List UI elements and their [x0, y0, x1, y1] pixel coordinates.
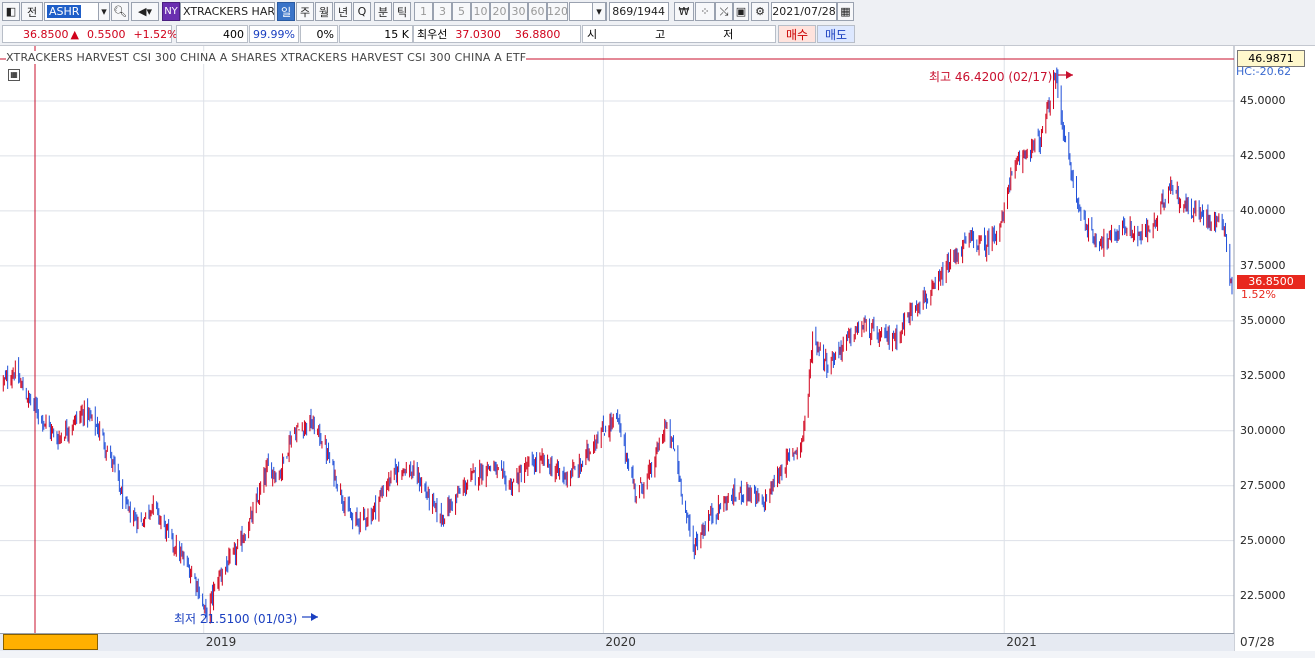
y-tick-label: 35.0000 [1240, 313, 1286, 327]
bid-label: 최우선 [417, 28, 448, 41]
price-cell: 36.8500 ▲ 0.5500 +1.52% [2, 25, 178, 43]
y-tick-label: 40.0000 [1240, 203, 1286, 217]
count-field[interactable]: 869/1944 [609, 2, 669, 21]
ticker-value: ASHR [47, 5, 82, 18]
high-annotation: 최고 46.4200 (02/17) [929, 70, 1053, 84]
up-triangle-icon: ▲ [70, 27, 79, 41]
hc-label: HC:-20.62 [1236, 65, 1292, 78]
interval-10-button[interactable]: 10 [471, 2, 490, 21]
security-name-field: XTRACKERS HARVE [180, 2, 275, 21]
ohl-cell: 시 고 저 [582, 25, 776, 43]
currency-icon[interactable]: ₩ [674, 2, 694, 21]
interval-3-button[interactable]: 3 [433, 2, 452, 21]
ticker-dropdown-icon[interactable]: ▾ [98, 2, 110, 21]
last-price: 36.8500 [23, 27, 69, 41]
y-tick-label: 27.5000 [1240, 478, 1286, 492]
low-label: 저 [723, 28, 734, 41]
y-tick-label: 22.5000 [1240, 588, 1286, 602]
y-tick-label: 25.0000 [1240, 533, 1286, 547]
interval-20-button[interactable]: 20 [490, 2, 509, 21]
x-tick-label: 2020 [605, 635, 636, 649]
x-tick-label: 2021 [1006, 635, 1037, 649]
count-value: 869 [612, 5, 634, 18]
current-percent: 1.52% [1241, 288, 1276, 301]
period-week-button[interactable]: 주 [296, 2, 314, 21]
y-tick-label: 42.5000 [1240, 148, 1286, 162]
ratio2-cell: 0% [300, 25, 338, 43]
plot-background [0, 46, 1234, 633]
speaker-icon[interactable]: ◀▾ [131, 2, 159, 21]
interval-120-button[interactable]: 120 [547, 2, 568, 21]
search-icon[interactable]: 🔍︎ [111, 2, 129, 21]
open-label: 시 [587, 28, 598, 41]
interval-dropdown-icon[interactable]: ▾ [592, 2, 606, 21]
crosshair-icon[interactable]: ⤯ [715, 2, 733, 21]
interval-30-button[interactable]: 30 [509, 2, 528, 21]
count-total: /1944 [633, 5, 665, 18]
low-annotation: 최저 21.5100 (01/03) [174, 612, 298, 626]
chart-title: XTRACKERS HARVEST CSI 300 CHINA A SHARES… [6, 51, 527, 64]
interval-5-button[interactable]: 5 [452, 2, 471, 21]
y-tick-label: 30.0000 [1240, 423, 1286, 437]
y-tick-label: 45.0000 [1240, 93, 1286, 107]
volume-cell: 400 [176, 25, 248, 43]
ratio-cell: 99.99% [249, 25, 299, 43]
period-minute-button[interactable]: 분 [374, 2, 392, 21]
buy-button[interactable]: 매수 [778, 25, 816, 43]
y-tick-label: 32.5000 [1240, 368, 1286, 382]
ratio-value: 99.99% [253, 27, 295, 41]
last-date-label: 07/28 [1240, 635, 1275, 649]
ticker-input[interactable]: ASHR [44, 2, 104, 21]
y-tick-label: 37.5000 [1240, 258, 1286, 272]
mode-button[interactable]: 전 [21, 2, 43, 21]
period-month-button[interactable]: 월 [315, 2, 333, 21]
high-label: 고 [655, 28, 666, 41]
dots-icon[interactable]: ⁘ [695, 2, 715, 21]
save-icon[interactable]: ▣ [733, 2, 749, 21]
period-quarter-button[interactable]: Q [353, 2, 371, 21]
exchange-badge: NY [162, 2, 180, 21]
chart-settings-icon[interactable]: ▦ [8, 69, 20, 81]
current-price-box: 36.8500 [1237, 275, 1305, 289]
toolbar: ◧ 전 ASHR ▾ 🔍︎ ◀▾ NY XTRACKERS HARVE 일 주 … [0, 0, 1315, 25]
ask-value: 36.8800 [514, 27, 561, 41]
period-day-button[interactable]: 일 [277, 2, 295, 21]
period-tick-button[interactable]: 틱 [393, 2, 411, 21]
gear-icon[interactable]: ⚙ [751, 2, 769, 21]
period-year-button[interactable]: 년 [334, 2, 352, 21]
change-percent: +1.52% [133, 27, 178, 41]
quote-bar: 36.8500 ▲ 0.5500 +1.52% 400 99.99% 0% 15… [0, 24, 1315, 46]
date-field[interactable]: 2021/07/28 [771, 2, 837, 21]
price-chart[interactable] [0, 46, 1315, 658]
scroll-thumb[interactable] [3, 634, 98, 650]
bid-ask-cell: 최우선 37.0300 36.8800 [413, 25, 581, 43]
x-tick-label: 2019 [205, 635, 237, 649]
interval-60-button[interactable]: 60 [528, 2, 547, 21]
change-value: 0.5500 [86, 27, 126, 41]
bottom-strip [0, 651, 1315, 658]
amount-cell: 15 K [339, 25, 413, 43]
bid-value: 37.0300 [455, 27, 501, 41]
interval-1-button[interactable]: 1 [414, 2, 433, 21]
calendar-icon[interactable]: ▦ [837, 2, 854, 21]
sell-button[interactable]: 매도 [817, 25, 855, 43]
layout-toggle-button[interactable]: ◧ [2, 2, 20, 21]
